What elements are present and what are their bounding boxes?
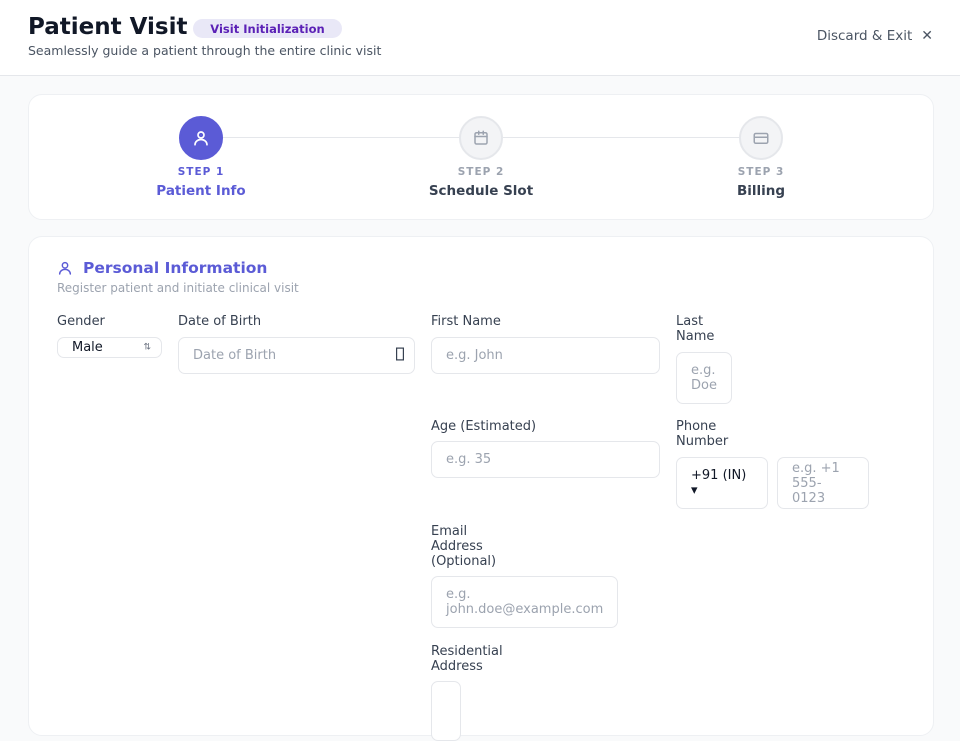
user-icon [58,261,72,275]
first-name-field[interactable]: e.g. John [431,337,660,374]
email-field[interactable]: e.g. john.doe@example.com [431,576,618,628]
discard-exit-label: Discard & Exit [816,28,913,44]
step-number: STEP 2 [457,166,505,178]
country-code-value: +91 (IN) ▾ [691,468,747,498]
phone-field[interactable]: e.g. +1 555-0123 [777,457,869,509]
discard-exit-button[interactable]: Discard & Exit ✕ [817,28,933,44]
first-name-placeholder: e.g. John [446,348,503,363]
calendar-icon [474,130,488,145]
step-circle [459,116,503,160]
step-connector [503,137,741,138]
section-subtitle: Register patient and initiate clinical v… [57,281,299,295]
status-badge: Visit Initialization [193,19,342,38]
country-code-select[interactable]: +91 (IN) ▾ [676,457,768,509]
last-name-label: Last Name [676,314,715,344]
age-field[interactable]: e.g. 35 [431,441,660,478]
step-circle [739,116,783,160]
age-label: Age (Estimated) [431,419,537,434]
step-number: STEP 3 [737,166,785,178]
step-label: Patient Info [156,183,246,199]
chevron-down-icon: ⇅ [143,342,151,352]
step-connector [223,137,461,138]
page-title: Patient Visit [28,14,188,40]
dob-placeholder: Date of Birth [193,348,277,363]
top-bar: Patient Visit Visit Initialization Seaml… [0,0,960,76]
credit-card-icon [753,132,769,144]
gender-label: Gender [57,314,105,329]
step-label: Billing [736,183,786,199]
user-icon [194,131,208,146]
personal-info-card: Personal Information Register patient an… [28,236,934,741]
gender-value: Male [72,340,103,355]
gender-select[interactable]: Male ⇅ [57,337,162,358]
age-placeholder: e.g. 35 [446,452,492,467]
close-icon: ✕ [921,28,933,44]
address-label: Residential Address [431,644,503,674]
calendar-icon[interactable] [396,347,405,364]
dob-field[interactable]: Date of Birth [178,337,415,374]
dob-label: Date of Birth [178,314,262,329]
phone-label: Phone Number [676,419,729,449]
email-label: Email Address (Optional) [431,524,497,569]
address-field[interactable] [431,681,461,741]
section-heading: Personal Information [57,259,267,277]
last-name-field[interactable]: e.g. Doe [676,352,732,404]
step-label: Schedule Slot [428,183,534,199]
stepper-card: STEP 1 Patient Info STEP 2 Schedule Slot… [28,94,934,220]
first-name-label: First Name [431,314,501,329]
step-circle [179,116,223,160]
step-number: STEP 1 [177,166,225,178]
section-title: Personal Information [83,259,268,277]
page-subtitle: Seamlessly guide a patient through the e… [28,43,382,58]
